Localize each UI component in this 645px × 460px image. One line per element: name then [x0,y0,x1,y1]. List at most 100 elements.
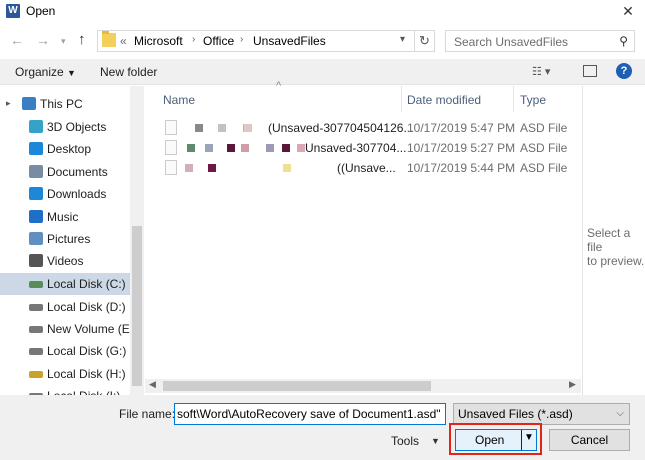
file-date: 10/17/2019 5:27 PM [407,141,516,155]
breadcrumb-separator-icon[interactable]: › [192,34,195,45]
nav-item[interactable]: Local Disk (I:) [0,385,130,395]
file-icon [165,120,177,135]
folder-icon [102,31,116,47]
nav-item[interactable]: Local Disk (H:) [0,363,130,385]
file-date: 10/17/2019 5:44 PM [407,161,516,175]
tools-button[interactable]: Tools [391,434,419,448]
nav-item-label: Local Disk (H:) [47,367,126,381]
document-icon [29,165,43,178]
address-bar[interactable]: « Microsoft › Office › UnsavedFiles ▾ [97,30,415,52]
recent-locations-chevron-icon[interactable]: ▾ [61,36,66,47]
navigation-pane: This PC ▸ 3D Objects Desktop Documents Downlo… [0,86,144,395]
nav-scroll-thumb[interactable] [132,226,142,386]
nav-item[interactable]: Music [0,206,130,228]
redacted-block [297,144,305,152]
column-divider[interactable] [513,86,514,112]
scroll-right-icon[interactable]: ▶ [569,379,576,390]
preview-message: Select a file to preview. [587,226,645,268]
preview-line: Select a file [587,226,631,254]
breadcrumb-microsoft[interactable]: Microsoft [134,34,183,48]
nav-item-label: Local Disk (D:) [47,300,126,314]
new-folder-button[interactable]: New folder [100,65,157,79]
column-divider[interactable] [401,86,402,112]
nav-item[interactable]: This PC ▸ [0,93,130,115]
drive-icon [29,326,43,333]
help-icon[interactable]: ? [616,63,632,79]
nav-item-label: Local Disk (C:) [47,277,126,291]
nav-item-label: Videos [47,254,84,268]
redacted-block [283,164,291,172]
address-row: ← → ▾ ↑ « Microsoft › Office › UnsavedFi… [0,28,645,54]
file-row[interactable]: Unsaved-307704... 10/17/2019 5:27 PM ASD… [145,138,581,158]
preview-pane: Select a file to preview. [582,86,645,395]
file-type-filter-value: Unsaved Files (*.asd) [458,407,573,421]
nav-item[interactable]: New Volume (E:) [0,318,137,340]
back-arrow-icon[interactable]: ← [10,32,24,48]
up-arrow-icon[interactable]: ↑ [78,31,86,48]
nav-item-label: This PC [40,97,83,111]
open-options-chevron-icon[interactable]: ▼ [524,432,534,443]
nav-item-label: Local Disk (G:) [47,344,127,358]
drive-lock-icon [29,371,43,378]
breadcrumb-separator-icon[interactable]: › [240,34,243,45]
breadcrumb-overflow[interactable]: « [120,34,127,48]
preview-line: to preview. [587,254,645,268]
file-type-filter[interactable]: Unsaved Files (*.asd) ⌵ [453,403,630,425]
column-date-modified[interactable]: Date modified [407,93,481,107]
nav-item[interactable]: Videos [0,250,130,272]
file-type: ASD File [520,161,568,175]
column-type[interactable]: Type [520,93,546,107]
horizontal-scroll-thumb[interactable] [163,381,431,391]
organize-chevron-icon: ▼ [67,68,76,78]
breadcrumb-office[interactable]: Office [203,34,234,48]
file-name: Unsaved-307704... [305,141,407,155]
search-icon[interactable]: ⚲ [619,34,628,48]
redacted-block [185,164,193,172]
nav-item-label: Downloads [47,187,107,201]
nav-item-label: Desktop [47,142,92,156]
file-row[interactable]: (Unsaved-307704504126... 10/17/2019 5:47… [145,118,581,138]
file-list: ^ Name Date modified Type (Unsaved-30770… [145,80,581,381]
nav-item[interactable]: 3D Objects [0,116,130,138]
file-name: ((Unsave... [337,161,396,175]
search-input[interactable]: Search UnsavedFiles [454,35,568,49]
breadcrumb-unsavedfiles[interactable]: UnsavedFiles [253,34,326,48]
refresh-icon[interactable]: ↻ [415,30,435,52]
redacted-block [241,144,249,152]
column-name[interactable]: Name [163,93,195,107]
redacted-block [218,124,226,132]
file-icon [165,160,177,175]
nav-item[interactable]: Local Disk (D:) [0,296,130,318]
filter-dropdown-icon[interactable]: ⌵ [616,408,624,419]
search-box[interactable]: Search UnsavedFiles ⚲ [445,30,635,52]
title-bar: W Open ✕ [0,0,645,23]
nav-scrollbar[interactable] [130,86,144,395]
tools-chevron-icon[interactable]: ▼ [431,436,440,446]
nav-item[interactable]: Local Disk (G:) [0,340,130,362]
open-button[interactable]: Open ▼ [455,429,537,451]
organize-button[interactable]: Organize ▼ [15,65,76,79]
scroll-left-icon[interactable]: ◀ [149,379,156,390]
nav-item[interactable]: Documents [0,161,130,183]
file-name-input[interactable]: soft\Word\AutoRecovery save of Document1… [177,407,441,421]
close-button[interactable]: ✕ [617,1,639,21]
horizontal-scrollbar[interactable]: ◀ ▶ [145,379,581,393]
music-icon [29,210,43,223]
nav-item[interactable]: Desktop [0,138,130,160]
redacted-block [266,144,274,152]
view-options-icon[interactable]: ☷ ▾ [532,65,550,78]
nav-item[interactable]: Downloads [0,183,130,205]
file-name-field[interactable]: soft\Word\AutoRecovery save of Document1… [174,403,446,425]
nav-item[interactable]: Pictures [0,228,130,250]
forward-arrow-icon[interactable]: → [36,32,50,48]
nav-item-label: Music [47,210,79,224]
address-dropdown-icon[interactable]: ▾ [400,34,405,45]
cancel-button[interactable]: Cancel [549,429,630,451]
file-type: ASD File [520,121,568,135]
preview-pane-icon[interactable] [583,65,597,77]
nav-item[interactable]: Local Disk (C:) [0,273,130,295]
expand-chevron-icon[interactable]: ▸ [6,98,11,109]
file-date: 10/17/2019 5:47 PM [407,121,516,135]
file-row[interactable]: ((Unsave... 10/17/2019 5:44 PM ASD File [145,158,581,178]
open-split-divider [521,430,522,450]
